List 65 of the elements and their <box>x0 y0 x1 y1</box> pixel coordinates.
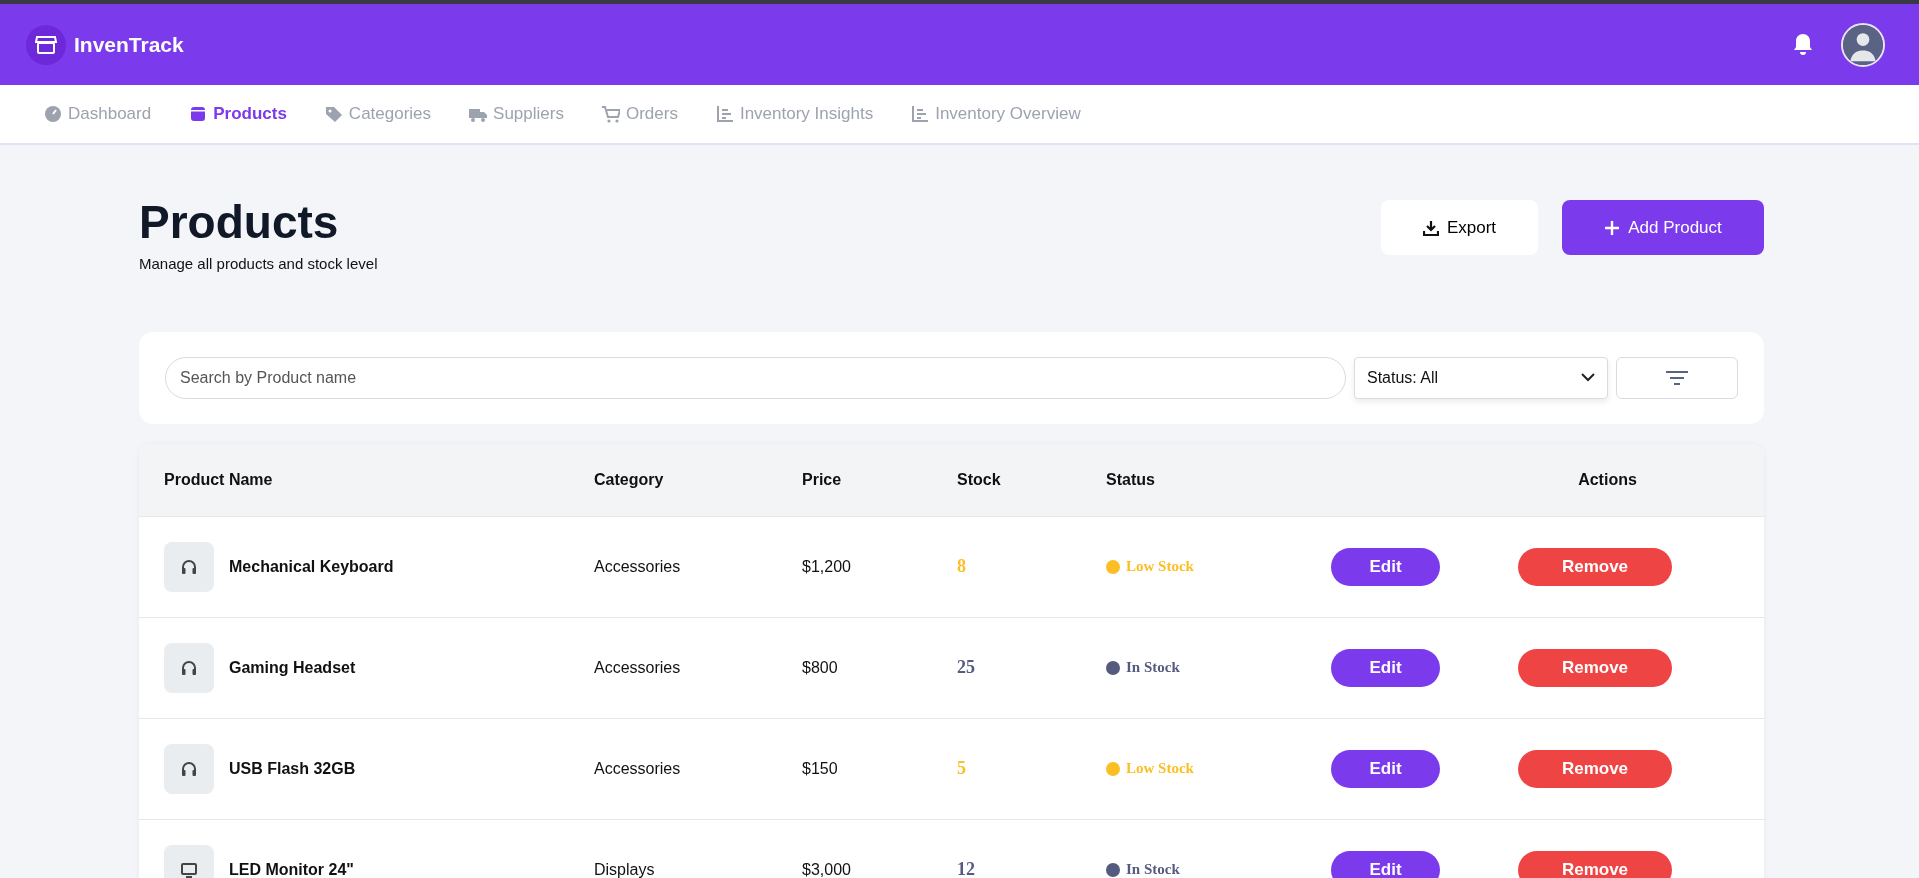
headphones-icon <box>180 759 198 778</box>
column-header: Category <box>594 470 664 488</box>
headphones-icon <box>180 557 198 576</box>
stock-count: 12 <box>957 859 975 878</box>
stock-count: 5 <box>957 758 966 778</box>
chart-icon <box>715 105 734 123</box>
product-name: Mechanical Keyboard <box>229 556 394 577</box>
remove-button[interactable]: Remove <box>1518 547 1672 586</box>
column-header: Product Name <box>164 470 273 488</box>
status-label: In Stock <box>1126 658 1180 678</box>
category-cell: Accessories <box>594 557 681 575</box>
edit-button[interactable]: Edit <box>1331 850 1440 878</box>
remove-button[interactable]: Remove <box>1518 850 1672 878</box>
app-name: InvenTrack <box>74 31 184 58</box>
status-label: Low Stock <box>1126 557 1194 577</box>
column-header: Actions <box>1578 470 1637 488</box>
tag-icon <box>324 105 343 123</box>
plus-icon <box>1604 219 1621 236</box>
nav-tab[interactable]: Orders <box>601 101 678 127</box>
monitor-icon <box>180 860 198 878</box>
column-header: Price <box>802 470 842 488</box>
add-product-button[interactable]: Add Product <box>1562 200 1764 255</box>
category-cell: Displays <box>594 860 655 878</box>
price-cell: $150 <box>802 759 838 777</box>
category-cell: Accessories <box>594 759 681 777</box>
nav-tab[interactable]: Inventory Insights <box>715 101 874 127</box>
bell-icon[interactable] <box>1793 33 1813 56</box>
nav-tab[interactable]: Categories <box>324 101 432 127</box>
price-cell: $800 <box>802 658 838 676</box>
gauge-icon <box>44 105 62 123</box>
category-cell: Accessories <box>594 658 681 676</box>
chevron-icon <box>1581 373 1595 382</box>
nav-tab[interactable]: Suppliers <box>469 101 564 127</box>
status-label: Low Stock <box>1126 759 1194 779</box>
avatar[interactable] <box>1841 22 1885 67</box>
store-icon <box>26 24 66 65</box>
remove-button[interactable]: Remove <box>1518 648 1672 687</box>
export-button[interactable]: Export <box>1381 200 1538 255</box>
download-icon <box>1422 219 1439 236</box>
headphones-icon <box>180 658 198 677</box>
column-header: Stock <box>957 470 1001 488</box>
product-name: USB Flash 32GB <box>229 758 356 779</box>
nav-tab[interactable]: Inventory Overview <box>911 101 1081 127</box>
status-label: In Stock <box>1126 860 1180 878</box>
page-subtitle: Manage all products and stock level <box>139 254 378 274</box>
stock-count: 25 <box>957 657 975 677</box>
product-name: LED Monitor 24" <box>229 859 354 878</box>
search-field[interactable]: Search by Product name <box>165 356 1346 399</box>
box-icon <box>189 105 208 123</box>
price-cell: $3,000 <box>802 860 851 878</box>
status-dropdown[interactable]: Status: All <box>1354 356 1608 399</box>
filter-icon <box>1665 369 1689 386</box>
cart-icon <box>601 105 620 123</box>
stock-count: 8 <box>957 556 966 576</box>
nav-tab[interactable]: Dashboard <box>44 101 152 127</box>
nav-tab[interactable]: Products <box>189 101 287 127</box>
column-header: Status <box>1106 470 1155 488</box>
chart-icon <box>911 105 930 123</box>
page-title: Products <box>139 199 340 245</box>
edit-button[interactable]: Edit <box>1331 749 1440 788</box>
edit-button[interactable]: Edit <box>1331 547 1440 586</box>
product-name: Gaming Headset <box>229 657 356 678</box>
remove-button[interactable]: Remove <box>1518 749 1672 788</box>
price-cell: $1,200 <box>802 557 851 575</box>
edit-button[interactable]: Edit <box>1331 648 1440 687</box>
